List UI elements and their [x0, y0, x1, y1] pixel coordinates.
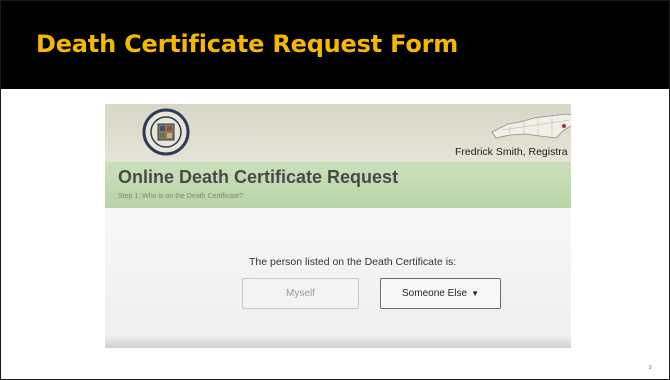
someone-else-dropdown-button[interactable]: Someone Else ▼	[380, 278, 501, 309]
registrar-name: Fredrick Smith, Registra	[455, 146, 568, 158]
caret-down-icon: ▼	[471, 289, 479, 298]
step-indicator: Step 1: Who is on the Death Certificate?	[118, 193, 243, 200]
slide: Death Certificate Request Form Fredrick …	[0, 0, 670, 380]
title-bar: Death Certificate Request Form	[1, 1, 669, 89]
slide-title: Death Certificate Request Form	[36, 30, 459, 58]
someone-else-label: Someone Else	[402, 288, 468, 299]
north-carolina-map-icon	[491, 113, 571, 139]
slide-page-number: 2	[649, 365, 652, 371]
photo-shadow	[105, 336, 571, 348]
question-label: The person listed on the Death Certifica…	[249, 256, 457, 268]
page-heading: Online Death Certificate Request	[118, 167, 399, 187]
form-screenshot-photo: Fredrick Smith, Registra Online Death Ce…	[105, 104, 571, 348]
county-seal-icon	[142, 108, 190, 156]
myself-button[interactable]: Myself	[242, 278, 359, 309]
myself-button-label: Myself	[286, 288, 315, 299]
